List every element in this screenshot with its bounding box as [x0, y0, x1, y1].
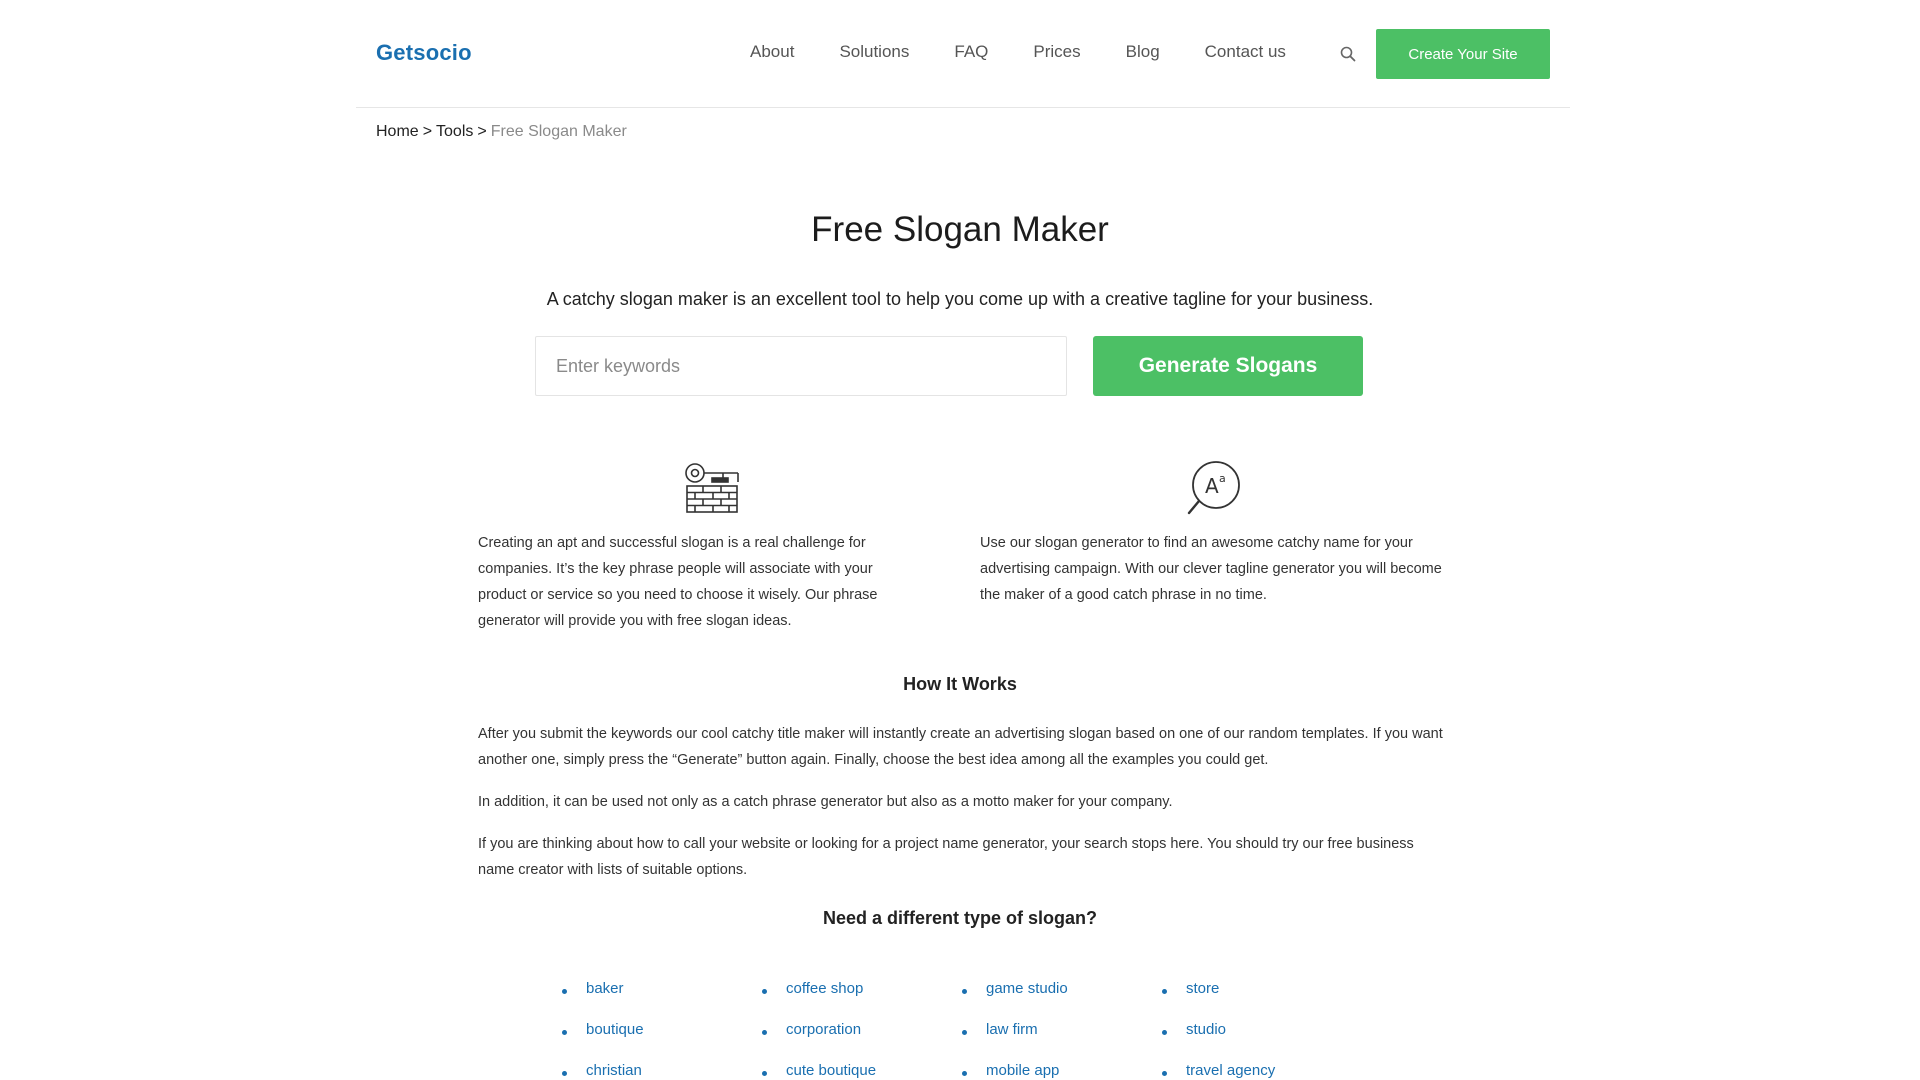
- breadcrumb-current: Free Slogan Maker: [490, 123, 627, 140]
- search-icon[interactable]: [1340, 46, 1356, 62]
- slogan-types-column: store studio travel agency: [1160, 980, 1275, 1080]
- slogan-type-link[interactable]: law firm: [986, 1021, 1038, 1038]
- slogan-types-column: game studio law firm mobile app: [960, 980, 1068, 1080]
- list-item: cute boutique: [760, 1062, 876, 1080]
- list-item: boutique: [560, 1021, 644, 1062]
- breadcrumb-separator: >: [477, 123, 487, 140]
- slogan-type-link[interactable]: christian: [586, 1062, 642, 1079]
- slogan-type-link[interactable]: mobile app: [986, 1062, 1059, 1079]
- nav-prices[interactable]: Prices: [1033, 42, 1080, 62]
- create-your-site-button[interactable]: Create Your Site: [1376, 29, 1550, 79]
- slogan-type-link[interactable]: studio: [1186, 1021, 1226, 1038]
- main-nav: About Solutions FAQ Prices Blog Contact …: [750, 42, 1331, 62]
- text-magnifier-icon: A a: [1186, 460, 1242, 521]
- nav-contact-us[interactable]: Contact us: [1205, 42, 1286, 62]
- slogan-type-link[interactable]: baker: [586, 980, 624, 997]
- breadcrumb-home[interactable]: Home: [376, 123, 419, 140]
- list-item: game studio: [960, 980, 1068, 1021]
- nav-about[interactable]: About: [750, 42, 794, 62]
- site-header: Getsocio About Solutions FAQ Prices Blog…: [356, 0, 1570, 108]
- breadcrumb-separator: >: [422, 123, 433, 140]
- list-item: baker: [560, 980, 644, 1021]
- page-title: Free Slogan Maker: [811, 210, 1109, 249]
- slogan-types-column: coffee shop corporation cute boutique: [760, 980, 876, 1080]
- slogan-type-link[interactable]: travel agency: [1186, 1062, 1275, 1079]
- how-it-works-paragraph: If you are thinking about how to call yo…: [478, 836, 1414, 878]
- slogan-type-link[interactable]: coffee shop: [786, 980, 863, 997]
- slogan-type-link[interactable]: cute boutique: [786, 1062, 876, 1079]
- list-item: coffee shop: [760, 980, 876, 1021]
- how-it-works-paragraph: After you submit the keywords our cool c…: [478, 726, 1443, 768]
- slogan-type-link[interactable]: game studio: [986, 980, 1068, 997]
- slogan-types-title: Need a different type of slogan?: [822, 908, 1098, 928]
- list-item: travel agency: [1160, 1062, 1275, 1080]
- list-item: store: [1160, 980, 1275, 1021]
- slogan-type-link[interactable]: corporation: [786, 1021, 861, 1038]
- nav-blog[interactable]: Blog: [1126, 42, 1160, 62]
- how-it-works-title: How It Works: [903, 674, 1017, 694]
- generate-slogans-button[interactable]: Generate Slogans: [1093, 336, 1363, 396]
- list-item: studio: [1160, 1021, 1275, 1062]
- slogan-type-link[interactable]: boutique: [586, 1021, 644, 1038]
- list-item: mobile app: [960, 1062, 1068, 1080]
- list-item: christian: [560, 1062, 644, 1080]
- list-item: law firm: [960, 1021, 1068, 1062]
- nav-faq[interactable]: FAQ: [954, 42, 988, 62]
- page: Getsocio About Solutions FAQ Prices Blog…: [0, 0, 1920, 1080]
- svg-text:a: a: [1219, 472, 1226, 485]
- svg-text:A: A: [1205, 474, 1219, 498]
- feature-text-challenge: Creating an apt and successful slogan is…: [478, 535, 878, 629]
- breadcrumb: Home > Tools > Free Slogan Maker: [376, 123, 627, 141]
- keywords-input[interactable]: [535, 336, 1067, 396]
- list-item: corporation: [760, 1021, 876, 1062]
- page-subtitle: A catchy slogan maker is an excellent to…: [546, 289, 1374, 309]
- site-logo[interactable]: Getsocio: [376, 40, 472, 66]
- how-it-works-paragraph: In addition, it can be used not only as …: [478, 794, 1173, 810]
- breadcrumb-tools[interactable]: Tools: [436, 123, 473, 140]
- feature-text-generator: Use our slogan generator to find an awes…: [980, 535, 1442, 603]
- slogan-types-column: baker boutique christian: [560, 980, 644, 1080]
- key-bricks-icon: [683, 462, 741, 521]
- slogan-type-link[interactable]: store: [1186, 980, 1219, 997]
- nav-solutions[interactable]: Solutions: [839, 42, 909, 62]
